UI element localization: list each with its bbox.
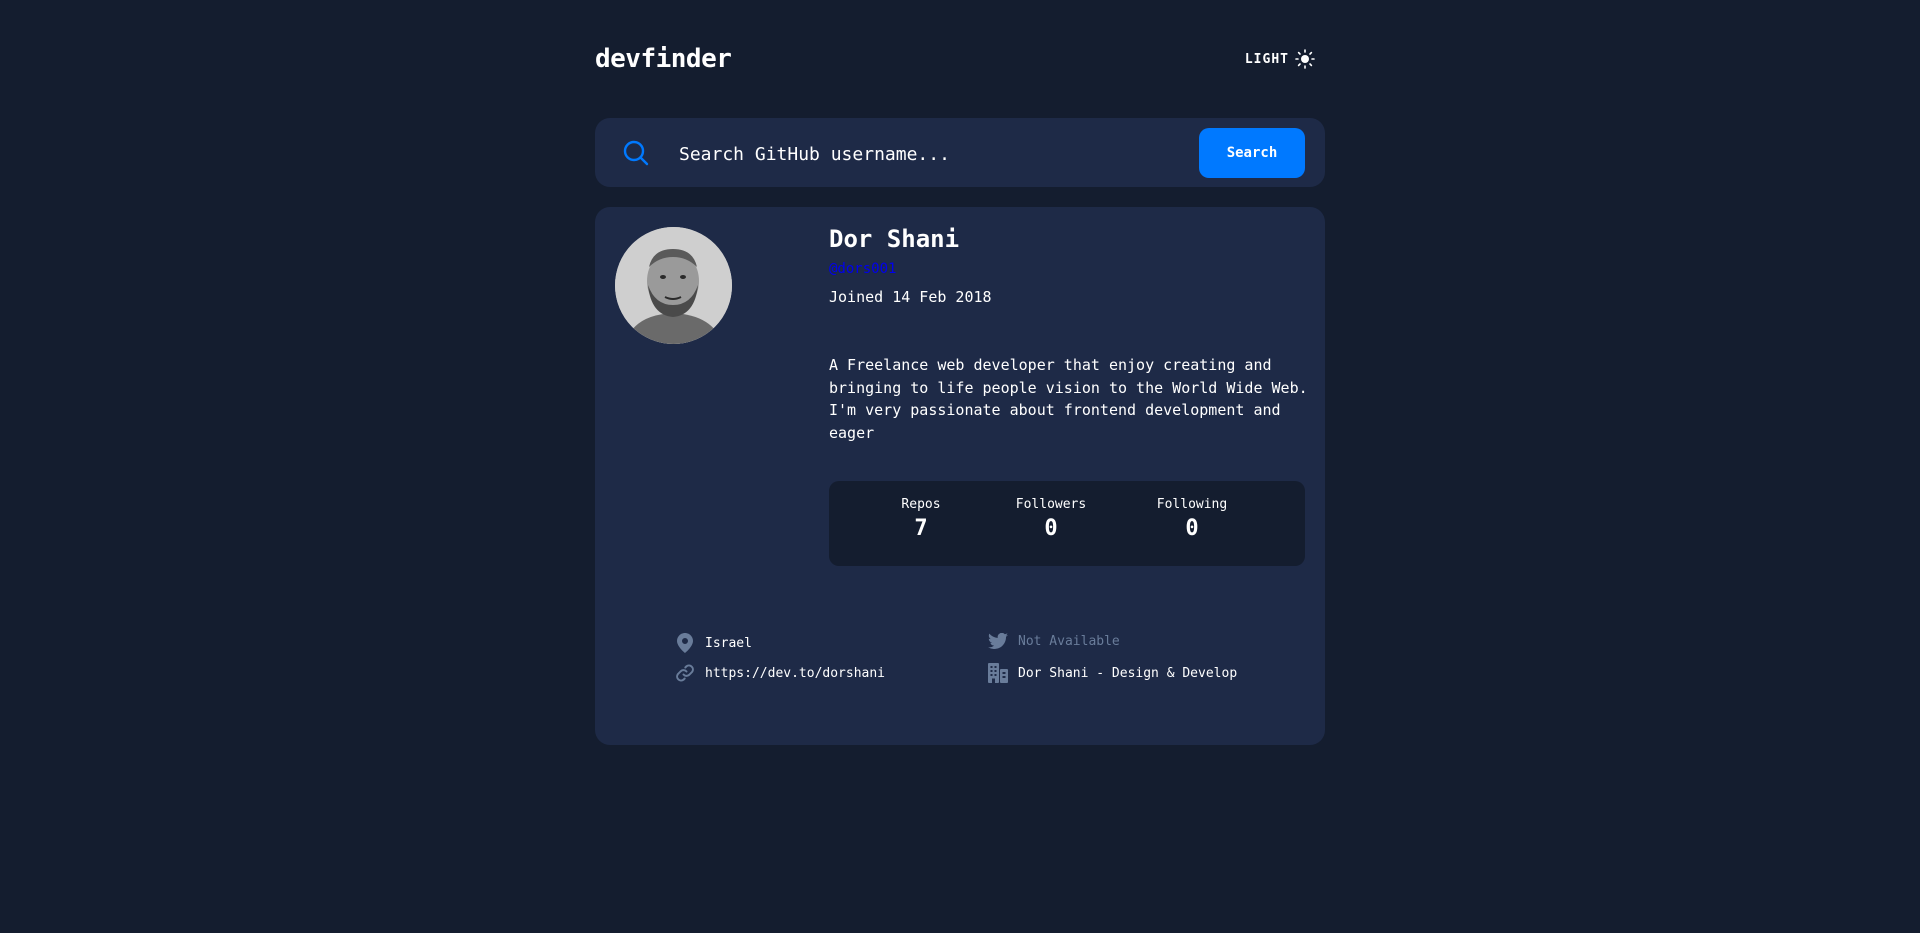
twitter-item: Not Available bbox=[988, 633, 1120, 649]
profile-login-link[interactable]: @dors001 bbox=[829, 261, 896, 277]
stat-label: Following bbox=[1156, 497, 1228, 512]
stat-value: 7 bbox=[914, 516, 928, 541]
profile-joined-date: Joined 14 Feb 2018 bbox=[829, 288, 992, 306]
stat-label: Repos bbox=[901, 497, 941, 512]
location-text: Israel bbox=[705, 635, 752, 651]
building-icon bbox=[988, 663, 1008, 683]
search-button[interactable]: Search bbox=[1199, 128, 1305, 178]
profile-card: Dor Shani @dors001 Joined 14 Feb 2018 A … bbox=[595, 207, 1325, 745]
stat-followers: Followers 0 bbox=[1015, 497, 1087, 541]
link-icon bbox=[676, 664, 694, 682]
twitter-text: Not Available bbox=[1018, 633, 1120, 649]
search-bar: Search bbox=[595, 118, 1325, 187]
company-item: Dor Shani - Design & Develop bbox=[988, 663, 1237, 683]
app-logo: devfinder bbox=[595, 44, 732, 74]
stat-label: Followers bbox=[1015, 497, 1087, 512]
theme-toggle[interactable]: LIGHT bbox=[1245, 49, 1315, 69]
stat-following: Following 0 bbox=[1155, 497, 1229, 541]
theme-toggle-label: LIGHT bbox=[1244, 51, 1289, 67]
sun-icon bbox=[1295, 49, 1315, 69]
blog-item[interactable]: https://dev.to/dorshani bbox=[675, 663, 885, 683]
location-pin-icon bbox=[677, 633, 693, 653]
stat-value: 0 bbox=[1044, 516, 1058, 541]
header: devfinder LIGHT bbox=[595, 44, 1325, 76]
twitter-icon bbox=[988, 633, 1008, 649]
stats-panel: Repos 7 Followers 0 Following 0 bbox=[829, 481, 1305, 566]
company-text: Dor Shani - Design & Develop bbox=[1018, 665, 1238, 681]
search-input[interactable] bbox=[677, 135, 1181, 173]
profile-name: Dor Shani bbox=[829, 225, 960, 253]
profile-bio: A Freelance web developer that enjoy cre… bbox=[829, 356, 1308, 442]
stat-repos: Repos 7 bbox=[901, 497, 941, 541]
search-icon bbox=[623, 140, 649, 166]
stat-value: 0 bbox=[1185, 516, 1199, 541]
blog-link[interactable]: https://dev.to/dorshani bbox=[705, 666, 885, 681]
avatar bbox=[615, 227, 732, 344]
location-item: Israel bbox=[675, 633, 752, 653]
